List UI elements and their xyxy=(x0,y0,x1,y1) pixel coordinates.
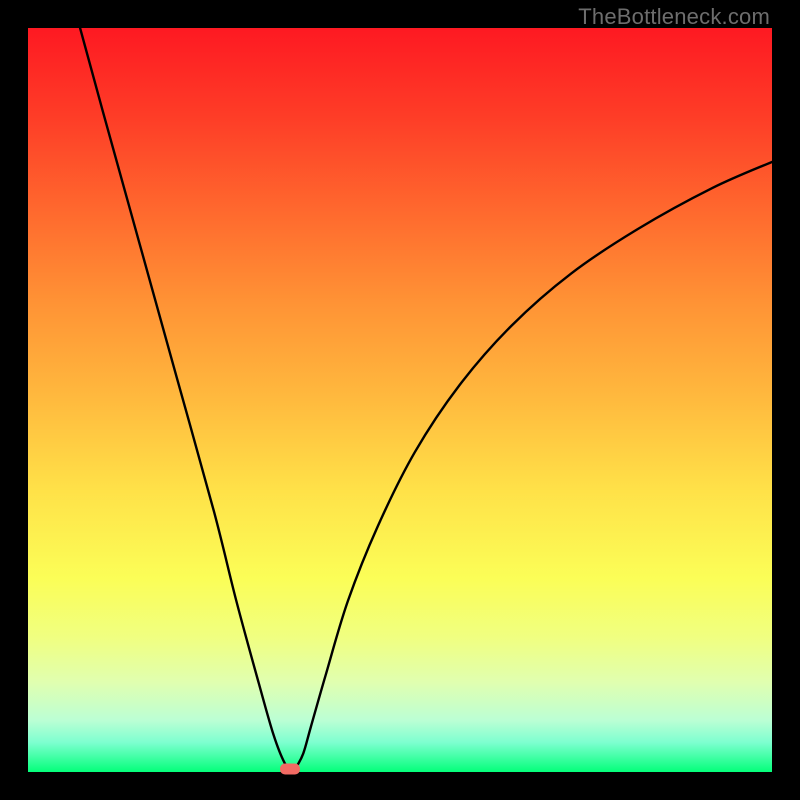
plot-area xyxy=(28,28,772,772)
bottleneck-curve-path xyxy=(80,28,772,770)
minimum-marker xyxy=(280,764,300,775)
chart-frame: TheBottleneck.com xyxy=(0,0,800,800)
watermark-text: TheBottleneck.com xyxy=(578,4,770,30)
line-chart-svg xyxy=(28,28,772,772)
